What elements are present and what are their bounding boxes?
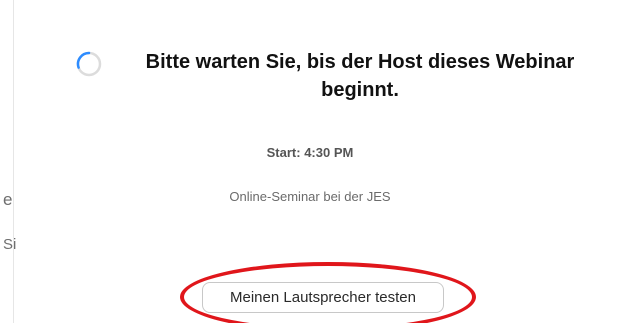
webinar-waiting-room: e Si Bitte warten Sie, bis der Host dies… — [0, 0, 630, 323]
truncated-left-text: e — [3, 190, 13, 209]
webinar-start-time: Start: 4:30 PM — [266, 145, 354, 160]
loading-spinner-icon — [76, 51, 102, 77]
webinar-topic: Online-Seminar bei der JES — [229, 189, 391, 204]
test-speaker-button[interactable]: Meinen Lautsprecher testen — [202, 282, 444, 313]
truncated-left-text: Si — [3, 236, 17, 253]
panel-divider — [13, 0, 14, 323]
waiting-message: Bitte warten Sie, bis der Host dieses We… — [145, 51, 575, 101]
left-panel-edge — [0, 0, 14, 323]
